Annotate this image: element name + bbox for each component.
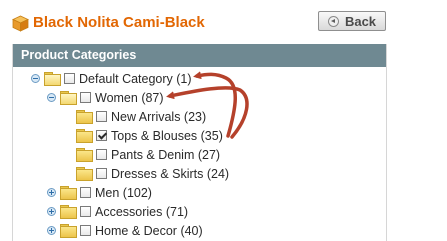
- tree-node-label: Dresses & Skirts (24): [111, 166, 230, 181]
- back-arrow-icon: [327, 15, 339, 27]
- tree-node-home-decor[interactable]: Home & Decor (40): [47, 221, 203, 240]
- expand-toggle-icon[interactable]: [47, 188, 56, 197]
- expand-toggle-icon[interactable]: [47, 207, 56, 216]
- folder-icon: [76, 148, 93, 162]
- folder-icon: [76, 129, 93, 143]
- folder-icon: [76, 110, 93, 124]
- folder-icon: [60, 205, 77, 219]
- back-button-label: Back: [344, 13, 377, 29]
- tree-node-label: Pants & Denim (27): [111, 147, 221, 162]
- tree-node-label: Default Category (1): [79, 71, 192, 86]
- folder-open-icon: [60, 91, 77, 105]
- tree-node-pants-denim[interactable]: Pants & Denim (27): [63, 145, 220, 164]
- category-checkbox[interactable]: [96, 149, 107, 160]
- tree-node-label: Accessories (71): [95, 204, 189, 219]
- tree-node-dresses-skirts[interactable]: Dresses & Skirts (24): [63, 164, 229, 183]
- category-checkbox[interactable]: [64, 73, 75, 84]
- category-checkbox[interactable]: [96, 168, 107, 179]
- folder-open-icon: [44, 72, 61, 86]
- category-checkbox[interactable]: [96, 111, 107, 122]
- tree-node-new-arrivals[interactable]: New Arrivals (23): [63, 107, 206, 126]
- tree-node-accessories[interactable]: Accessories (71): [47, 202, 188, 221]
- folder-icon: [60, 224, 77, 238]
- tree-node-label: Tops & Blouses (35): [111, 128, 223, 143]
- tree-node-women[interactable]: Women (87): [47, 88, 164, 107]
- tree-node-label: New Arrivals (23): [111, 109, 207, 124]
- page-header: Black Nolita Cami-Black Back: [0, 0, 447, 44]
- category-checkbox[interactable]: [80, 92, 91, 103]
- product-box-icon: [12, 15, 29, 32]
- tree-node-default-category[interactable]: Default Category (1): [31, 69, 192, 88]
- collapse-toggle-icon[interactable]: [31, 74, 40, 83]
- tree-node-label: Men (102): [95, 185, 152, 200]
- tree-node-label: Women (87): [95, 90, 164, 105]
- tree-node-label: Home & Decor (40): [95, 223, 203, 238]
- product-categories-panel: Product Categories Default Category (1) …: [12, 44, 387, 241]
- panel-heading: Product Categories: [13, 44, 386, 67]
- back-button[interactable]: Back: [318, 11, 386, 31]
- folder-icon: [60, 186, 77, 200]
- expand-toggle-icon[interactable]: [47, 226, 56, 235]
- category-checkbox[interactable]: [80, 206, 91, 217]
- category-checkbox[interactable]: [80, 187, 91, 198]
- category-checkbox[interactable]: [96, 130, 107, 141]
- tree-node-men[interactable]: Men (102): [47, 183, 152, 202]
- folder-icon: [76, 167, 93, 181]
- collapse-toggle-icon[interactable]: [47, 93, 56, 102]
- category-checkbox[interactable]: [80, 225, 91, 236]
- tree-node-tops-blouses[interactable]: Tops & Blouses (35): [63, 126, 223, 145]
- page-title: Black Nolita Cami-Black: [33, 14, 205, 31]
